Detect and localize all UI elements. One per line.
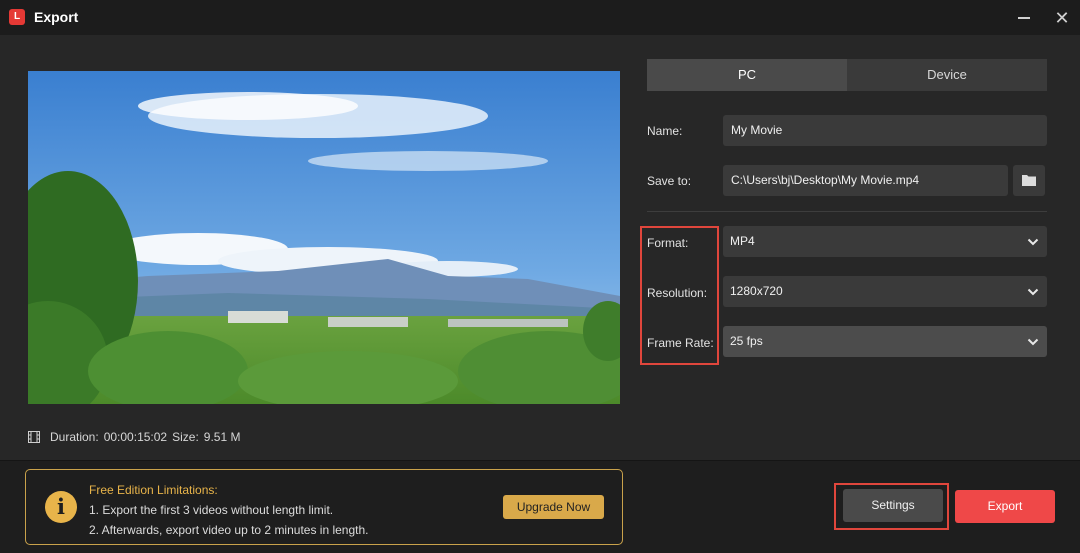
video-preview <box>28 71 620 404</box>
minimize-button[interactable] <box>1012 6 1036 30</box>
framerate-select[interactable]: 25 fps <box>723 326 1047 357</box>
chevron-down-icon <box>1027 338 1039 346</box>
info-icon: i <box>45 491 77 523</box>
duration-label: Duration: <box>50 430 99 444</box>
tab-device[interactable]: Device <box>847 59 1047 91</box>
export-button[interactable]: Export <box>955 490 1055 523</box>
framerate-value: 25 fps <box>730 334 763 348</box>
folder-icon <box>1022 175 1036 186</box>
upgrade-now-button[interactable]: Upgrade Now <box>503 495 604 519</box>
window-title: Export <box>34 9 79 25</box>
video-info: Duration: 00:00:15:02 Size: 9.51 M <box>28 430 245 444</box>
chevron-down-icon <box>1027 238 1039 246</box>
tab-pc[interactable]: PC <box>647 59 847 91</box>
limitations-title: Free Edition Limitations: <box>89 483 218 497</box>
target-tabs: PC Device <box>647 59 1047 91</box>
resolution-value: 1280x720 <box>730 284 783 298</box>
size-label: Size: <box>172 430 199 444</box>
divider <box>647 211 1047 212</box>
title-bar: L Export ✕ <box>0 0 1080 35</box>
save-path-field[interactable]: C:\Users\bj\Desktop\My Movie.mp4 <box>723 165 1008 196</box>
app-logo-icon: L <box>9 9 25 25</box>
save-to-label: Save to: <box>647 174 692 188</box>
name-field[interactable]: My Movie <box>723 115 1047 146</box>
size-value: 9.51 M <box>203 430 241 444</box>
limitations-line-1: 1. Export the first 3 videos without len… <box>89 503 334 517</box>
highlight-labels <box>640 226 719 365</box>
format-select[interactable]: MP4 <box>723 226 1047 257</box>
limitations-line-2: 2. Afterwards, export video up to 2 minu… <box>89 523 369 537</box>
duration-value: 00:00:15:02 <box>103 430 168 444</box>
resolution-select[interactable]: 1280x720 <box>723 276 1047 307</box>
limitations-notice: i Free Edition Limitations: 1. Export th… <box>25 469 623 545</box>
film-icon <box>28 431 40 443</box>
browse-folder-button[interactable] <box>1013 165 1045 196</box>
footer-bar: i Free Edition Limitations: 1. Export th… <box>0 460 1080 553</box>
format-value: MP4 <box>730 234 755 248</box>
export-content: Duration: 00:00:15:02 Size: 9.51 M PC De… <box>0 35 1080 460</box>
chevron-down-icon <box>1027 288 1039 296</box>
preview-image <box>28 71 620 404</box>
settings-button[interactable]: Settings <box>843 489 943 522</box>
name-label: Name: <box>647 124 683 138</box>
close-button[interactable]: ✕ <box>1050 6 1074 30</box>
